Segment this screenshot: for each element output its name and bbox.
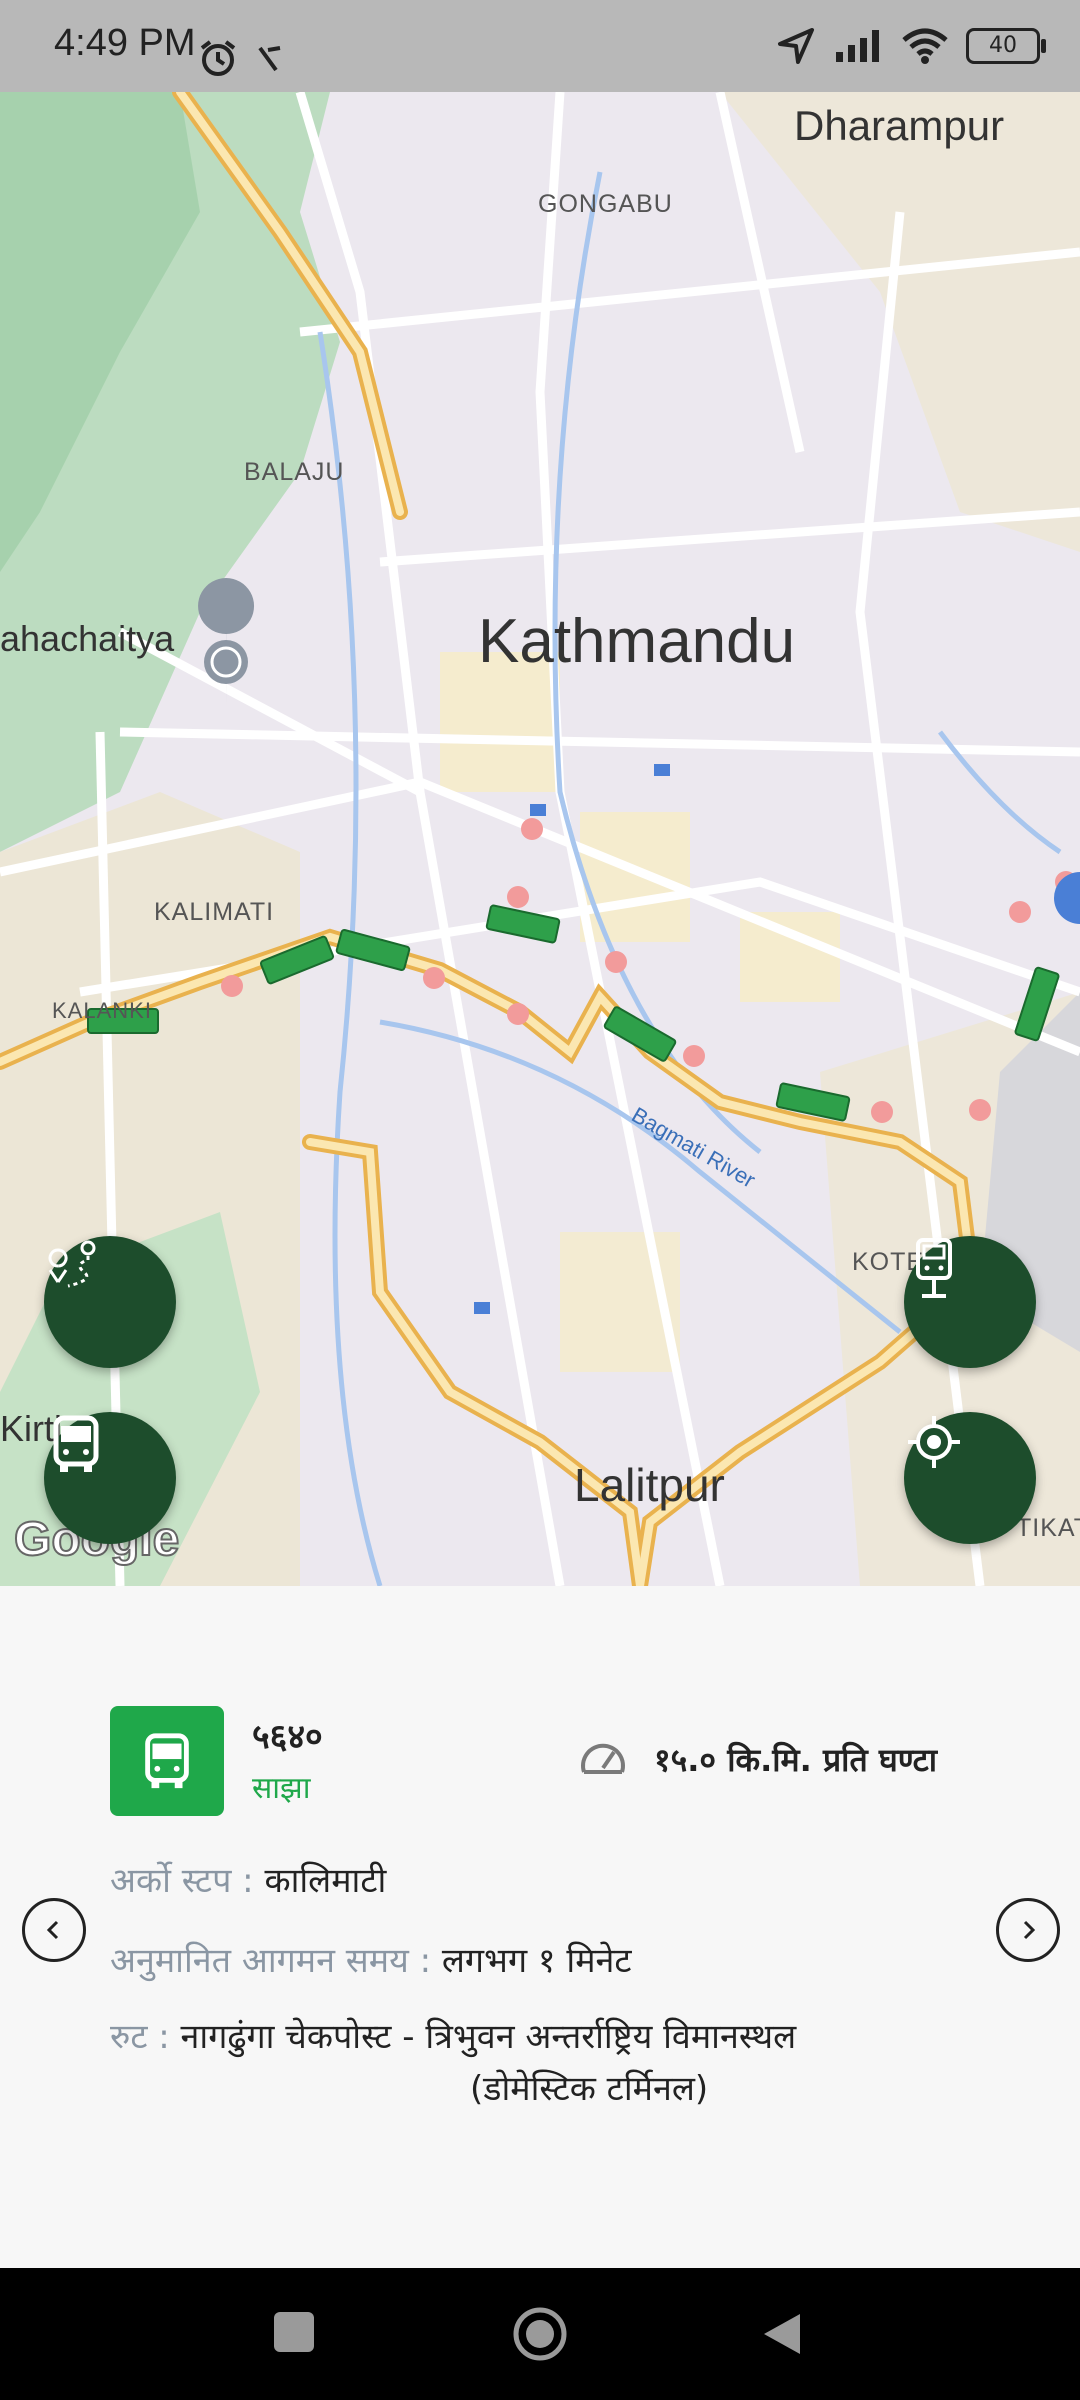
battery-icon: 40 [966,28,1046,64]
bus-number: ५६४० [252,1717,323,1757]
map-label-tikati: TIKATI [1016,1514,1080,1542]
map-label-gongabu: GONGABU [538,190,673,218]
bus-operator: साझा [252,1771,311,1806]
route-label: रुट : [110,2017,170,2057]
speedometer-icon [581,1743,625,1774]
eta-row: अनुमानित आगमन समय : लगभग १ मिनेट [110,1936,632,1982]
bus-icon [145,1733,189,1789]
nav-indicator-icon [258,46,281,72]
recents-button[interactable] [274,2312,314,2352]
back-button[interactable] [760,2310,804,2358]
route-value: नागढुंगा चेकपोस्ट - त्रिभुवन अन्तर्राष्ट… [180,2017,797,2057]
map-label-kalimati: KALIMATI [154,898,275,926]
chevron-left-icon [46,1920,59,1940]
next-stop-row: अर्को स्टप : कालिमाटी [110,1856,386,1902]
map-view[interactable]: Dharampur GONGABU BALAJU ahachaitya Kath… [0,92,1080,1586]
next-bus-button[interactable] [996,1898,1060,1962]
signal-icon [836,30,879,62]
bus-list-button[interactable] [44,1412,176,1544]
eta-label: अनुमानित आगमन समय : [110,1941,432,1981]
chevron-right-icon [1023,1920,1036,1940]
my-location-button[interactable] [904,1412,1036,1544]
map-label-kathmandu: Kathmandu [478,607,796,676]
previous-bus-button[interactable] [22,1898,86,1962]
bus-speed: १५.० कि.मि. प्रति घण्टा [654,1741,938,1779]
next-stop-value: कालिमाटी [264,1861,387,1901]
bus-stop-button[interactable] [904,1236,1036,1368]
map-label-balaju: BALAJU [244,458,345,486]
route-value-continued: (डोमेस्टिक टर्मिनल) [470,2069,709,2109]
home-button[interactable] [512,2306,568,2362]
location-icon [778,28,814,64]
route-pin-icon [48,1240,96,1288]
map-label-mahachaitya: ahachaitya [0,618,175,659]
map-label-dharampur: Dharampur [794,102,1005,149]
alarm-icon [200,40,236,76]
route-search-button[interactable] [44,1236,176,1368]
map-canvas [0,92,1080,1586]
eta-value: लगभग १ मिनेट [441,1941,632,1981]
my-location-icon [908,1416,960,1468]
bus-icon [53,1415,99,1472]
status-time: 4:49 PM [54,22,196,64]
bus-detail-sheet: ५६४० साझा १५.० कि.मि. प्रति घण्टा अर्को … [0,1586,1080,2268]
system-nav-bar [0,2268,1080,2400]
map-label-lalitpur: Lalitpur [574,1459,725,1511]
map-label-kalanki: KALANKI [52,998,152,1023]
status-bar: 4:49 PM 40 [0,0,1080,92]
bus-badge [110,1706,224,1816]
route-row: रुट : नागढुंगा चेकपोस्ट - त्रिभुवन अन्तर… [110,2012,796,2058]
wifi-icon [902,28,948,64]
next-stop-label: अर्को स्टप : [110,1861,254,1901]
bus-stop-icon [916,1238,952,1298]
